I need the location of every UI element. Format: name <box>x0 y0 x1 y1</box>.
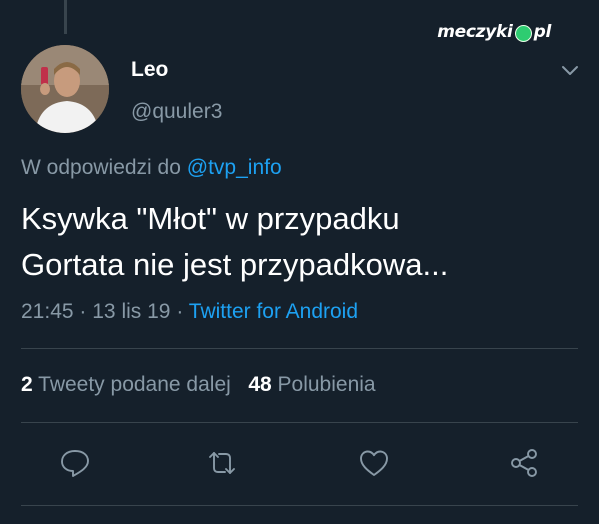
avatar[interactable] <box>21 45 109 133</box>
tweet-date: 13 lis 19 <box>92 300 171 323</box>
tweet-text: Ksywka "Młot" w przypadku Gortata nie je… <box>21 196 581 288</box>
likes-label: Polubienia <box>277 373 376 396</box>
tweet-stats: 2 Tweety podane dalej 48 Polubienia <box>21 373 376 397</box>
reply-prefix: W odpowiedzi do <box>21 156 181 179</box>
meta-separator: · <box>176 300 184 323</box>
likes-stat[interactable]: 48 Polubienia <box>248 373 375 396</box>
likes-count: 48 <box>248 373 272 396</box>
heart-icon[interactable] <box>357 446 391 480</box>
meta-separator: · <box>79 300 87 323</box>
watermark-logo: meczyki pl <box>437 22 551 42</box>
football-icon <box>514 24 532 42</box>
reply-mention-link[interactable]: @tvp_info <box>187 156 282 179</box>
retweets-stat[interactable]: 2 Tweety podane dalej <box>21 373 231 396</box>
watermark-text-left: meczyki <box>437 22 513 42</box>
tweet-source-link[interactable]: Twitter for Android <box>189 300 358 323</box>
display-name[interactable]: Leo <box>131 58 168 82</box>
tweet-time: 21:45 <box>21 300 74 323</box>
divider <box>21 422 578 423</box>
tweet-text-line: Gortata nie jest przypadkowa... <box>21 247 449 282</box>
share-icon[interactable] <box>507 446 541 480</box>
retweet-icon[interactable] <box>205 446 239 480</box>
tweet-text-line: Ksywka "Młot" w przypadku <box>21 201 400 236</box>
avatar-photo <box>21 45 109 133</box>
divider <box>21 505 578 506</box>
divider <box>21 348 578 349</box>
watermark-text-right: pl <box>533 22 552 42</box>
reply-icon[interactable] <box>58 446 92 480</box>
user-handle[interactable]: @quuler3 <box>131 100 222 124</box>
reply-context: W odpowiedzi do @tvp_info <box>21 156 282 180</box>
retweets-count: 2 <box>21 373 33 396</box>
tweet-meta: 21:45 · 13 lis 19 · Twitter for Android <box>21 300 358 324</box>
retweets-label: Tweety podane dalej <box>38 373 231 396</box>
chevron-down-icon[interactable] <box>558 58 582 82</box>
thread-connector-line <box>64 0 67 34</box>
